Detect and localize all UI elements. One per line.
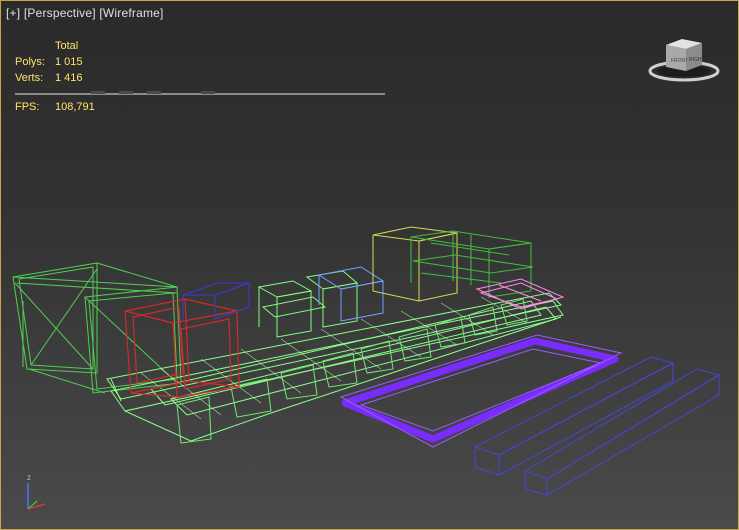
perspective-viewport[interactable]: [+] [Perspective] [Wireframe] Total Poly… [0, 0, 739, 530]
blue-beams-wireframe [473, 356, 721, 496]
green-boxes-wireframe [257, 270, 359, 338]
svg-text:FRONT: FRONT [671, 58, 688, 64]
gantry-frame-wireframe [12, 262, 182, 394]
axis-z-label: z [27, 473, 31, 482]
viewcube-icon[interactable]: FRONT RIGHT [646, 37, 726, 87]
axis-tripod [27, 483, 46, 510]
purple-ring-wireframe [341, 337, 619, 443]
red-frame-wireframe [124, 298, 240, 398]
wireframe-scene[interactable] [1, 1, 738, 529]
dark-green-rack-wireframe [410, 230, 534, 298]
svg-text:RIGHT: RIGHT [689, 57, 705, 63]
